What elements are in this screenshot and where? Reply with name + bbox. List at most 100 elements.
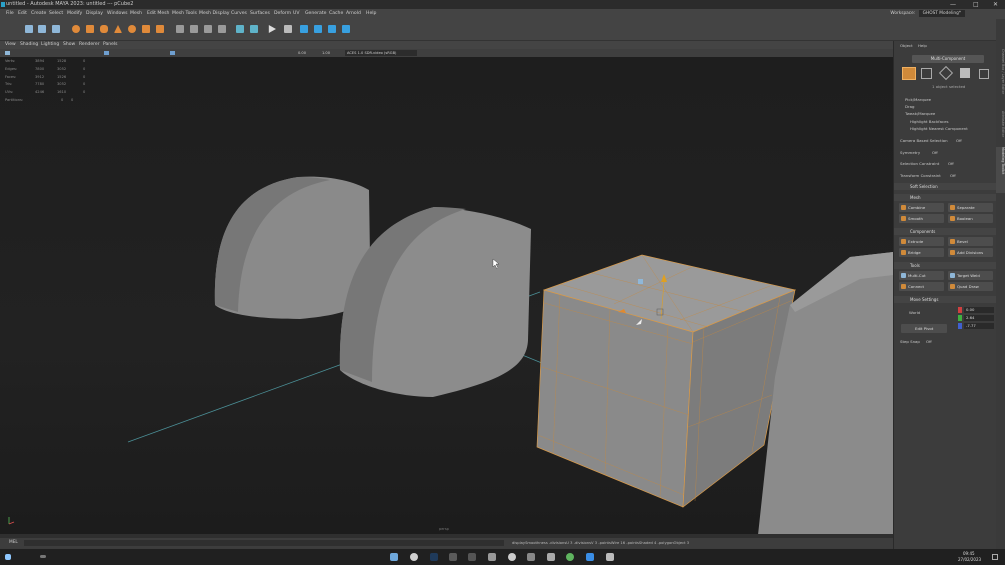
- transform-constraint-dropdown[interactable]: Off: [950, 173, 956, 178]
- menu-mesh-display[interactable]: Mesh Display: [199, 9, 230, 19]
- space-dropdown[interactable]: World: [909, 310, 920, 315]
- camera-based-selection-value[interactable]: Off: [956, 138, 962, 143]
- wireframe-toggle-icon[interactable]: [170, 51, 175, 55]
- snap-grid-icon[interactable]: [176, 25, 184, 33]
- notifications-icon[interactable]: [992, 554, 998, 560]
- camera-icon[interactable]: [284, 25, 292, 33]
- workspace-dropdown[interactable]: GHOST Modeling*: [918, 10, 965, 17]
- edit-pivot-button[interactable]: Edit Pivot: [901, 324, 947, 333]
- menu-help[interactable]: Help: [366, 9, 376, 19]
- pick-marquee-radio[interactable]: Pick/Marquee: [900, 97, 931, 102]
- object-mode-icon[interactable]: [902, 67, 916, 80]
- move-z-field[interactable]: -7.77: [964, 323, 994, 329]
- boolean-button[interactable]: Boolean: [948, 214, 993, 223]
- menu-create[interactable]: Create: [31, 9, 46, 19]
- menu-surfaces[interactable]: Surfaces: [250, 9, 270, 19]
- menu-generate[interactable]: Generate: [305, 9, 326, 19]
- symmetry-dropdown[interactable]: Off: [932, 150, 938, 155]
- channel-box-tab[interactable]: Channel Box / Layer Editor: [996, 49, 1005, 109]
- multi-component-button[interactable]: Multi-Component: [912, 55, 984, 63]
- snap-point-icon[interactable]: [204, 25, 212, 33]
- menu-modify[interactable]: Modify: [67, 9, 82, 19]
- highlight-nearest-checkbox[interactable]: Highlight Nearest Component: [900, 126, 968, 131]
- attribute-editor-tab[interactable]: Attribute Editor: [996, 111, 1005, 145]
- menu-display[interactable]: Display: [86, 9, 103, 19]
- vertex-mode-icon[interactable]: [921, 68, 932, 79]
- target-weld-button[interactable]: Target Weld: [948, 271, 993, 280]
- exposure-field[interactable]: 0.00: [298, 50, 306, 56]
- multi-cut-button[interactable]: Multi-Cut: [899, 271, 944, 280]
- snap-curve-icon[interactable]: [190, 25, 198, 33]
- panel-menu-shading[interactable]: Shading: [20, 41, 38, 49]
- workspace-selector[interactable]: Workspace: GHOST Modeling*: [890, 10, 965, 17]
- maya-taskbar-icon[interactable]: [449, 553, 457, 561]
- tweak-marquee-radio[interactable]: Tweak/Marquee: [900, 111, 935, 116]
- menu-deform[interactable]: Deform: [274, 9, 291, 19]
- app10-icon[interactable]: [606, 553, 614, 561]
- redo-curve-icon[interactable]: [300, 25, 308, 33]
- move-settings-header[interactable]: Move Settings: [894, 296, 997, 303]
- snap-surface-icon[interactable]: [218, 25, 226, 33]
- pipe-icon[interactable]: [328, 25, 336, 33]
- panel-menu-renderer[interactable]: Renderer: [79, 41, 100, 49]
- cylinder-icon[interactable]: [100, 25, 108, 33]
- render-view-icon[interactable]: [236, 25, 244, 33]
- panel-menu-view[interactable]: View: [5, 41, 16, 49]
- gamma-field[interactable]: 1.00: [322, 50, 330, 56]
- plane-icon[interactable]: [142, 25, 150, 33]
- drag-radio[interactable]: Drag: [900, 104, 914, 109]
- colorspace-dropdown[interactable]: ACES 1.0 SDR-video (sRGB): [345, 50, 417, 56]
- lasso-tool-icon[interactable]: [38, 25, 46, 33]
- app9-icon[interactable]: [586, 553, 594, 561]
- panel-menu-panels[interactable]: Panels: [103, 41, 117, 49]
- menu-uv[interactable]: UV: [293, 9, 300, 19]
- photoshop-icon[interactable]: [430, 553, 438, 561]
- move-x-field[interactable]: 0.00: [964, 307, 994, 313]
- menu-cache[interactable]: Cache: [329, 9, 343, 19]
- sphere-icon[interactable]: [72, 25, 80, 33]
- highlight-backfaces-checkbox[interactable]: Highlight Backfaces: [900, 119, 949, 124]
- menu-arnold[interactable]: Arnold: [346, 9, 361, 19]
- mel-label[interactable]: MEL: [9, 538, 18, 548]
- app5-icon[interactable]: [508, 553, 516, 561]
- paint-select-icon[interactable]: [52, 25, 60, 33]
- smooth-button[interactable]: Smooth: [899, 214, 944, 223]
- edge-mode-icon[interactable]: [938, 65, 954, 81]
- tab-help[interactable]: Help: [918, 43, 927, 48]
- modeling-toolkit-tab[interactable]: Modeling Toolkit: [996, 147, 1005, 193]
- camera-attributes-icon[interactable]: [5, 51, 10, 55]
- maximize-button[interactable]: □: [973, 0, 979, 9]
- soft-selection-header[interactable]: Soft Selection: [894, 183, 997, 190]
- app4-icon[interactable]: [488, 553, 496, 561]
- 3d-viewport[interactable]: persp: [0, 57, 893, 534]
- connect-button[interactable]: Connect: [899, 282, 944, 291]
- command-input[interactable]: [24, 540, 504, 546]
- search-icon[interactable]: [40, 555, 46, 558]
- menu-edit[interactable]: Edit: [18, 9, 27, 19]
- maya-m-icon[interactable]: [342, 25, 350, 33]
- step-snap-dropdown[interactable]: Off: [926, 339, 932, 344]
- bevel-button[interactable]: Bevel: [948, 237, 993, 246]
- selection-constraint-dropdown[interactable]: Off: [948, 161, 954, 166]
- combine-button[interactable]: Combine: [899, 203, 944, 212]
- move-y-field[interactable]: 2.64: [964, 315, 994, 321]
- menu-windows[interactable]: Windows: [107, 9, 128, 19]
- play-icon[interactable]: [268, 25, 276, 33]
- select-tool-icon[interactable]: [25, 25, 33, 33]
- menu-mesh-tools[interactable]: Mesh Tools: [172, 9, 197, 19]
- cube-icon[interactable]: [86, 25, 94, 33]
- extrude-button[interactable]: Extrude: [899, 237, 944, 246]
- menu-curves[interactable]: Curves: [231, 9, 247, 19]
- script-icon[interactable]: [314, 25, 322, 33]
- add-divisions-button[interactable]: Add Divisions: [948, 248, 993, 257]
- close-button[interactable]: ✕: [993, 0, 998, 9]
- cone-icon[interactable]: [114, 25, 122, 33]
- menu-mesh[interactable]: Mesh: [130, 9, 142, 19]
- app8-icon[interactable]: [566, 553, 574, 561]
- menu-edit-mesh[interactable]: Edit Mesh: [147, 9, 169, 19]
- app6-icon[interactable]: [527, 553, 535, 561]
- app3-icon[interactable]: [468, 553, 476, 561]
- grid-toggle-icon[interactable]: [104, 51, 109, 55]
- chrome-icon[interactable]: [410, 553, 418, 561]
- face-mode-icon[interactable]: [960, 68, 970, 78]
